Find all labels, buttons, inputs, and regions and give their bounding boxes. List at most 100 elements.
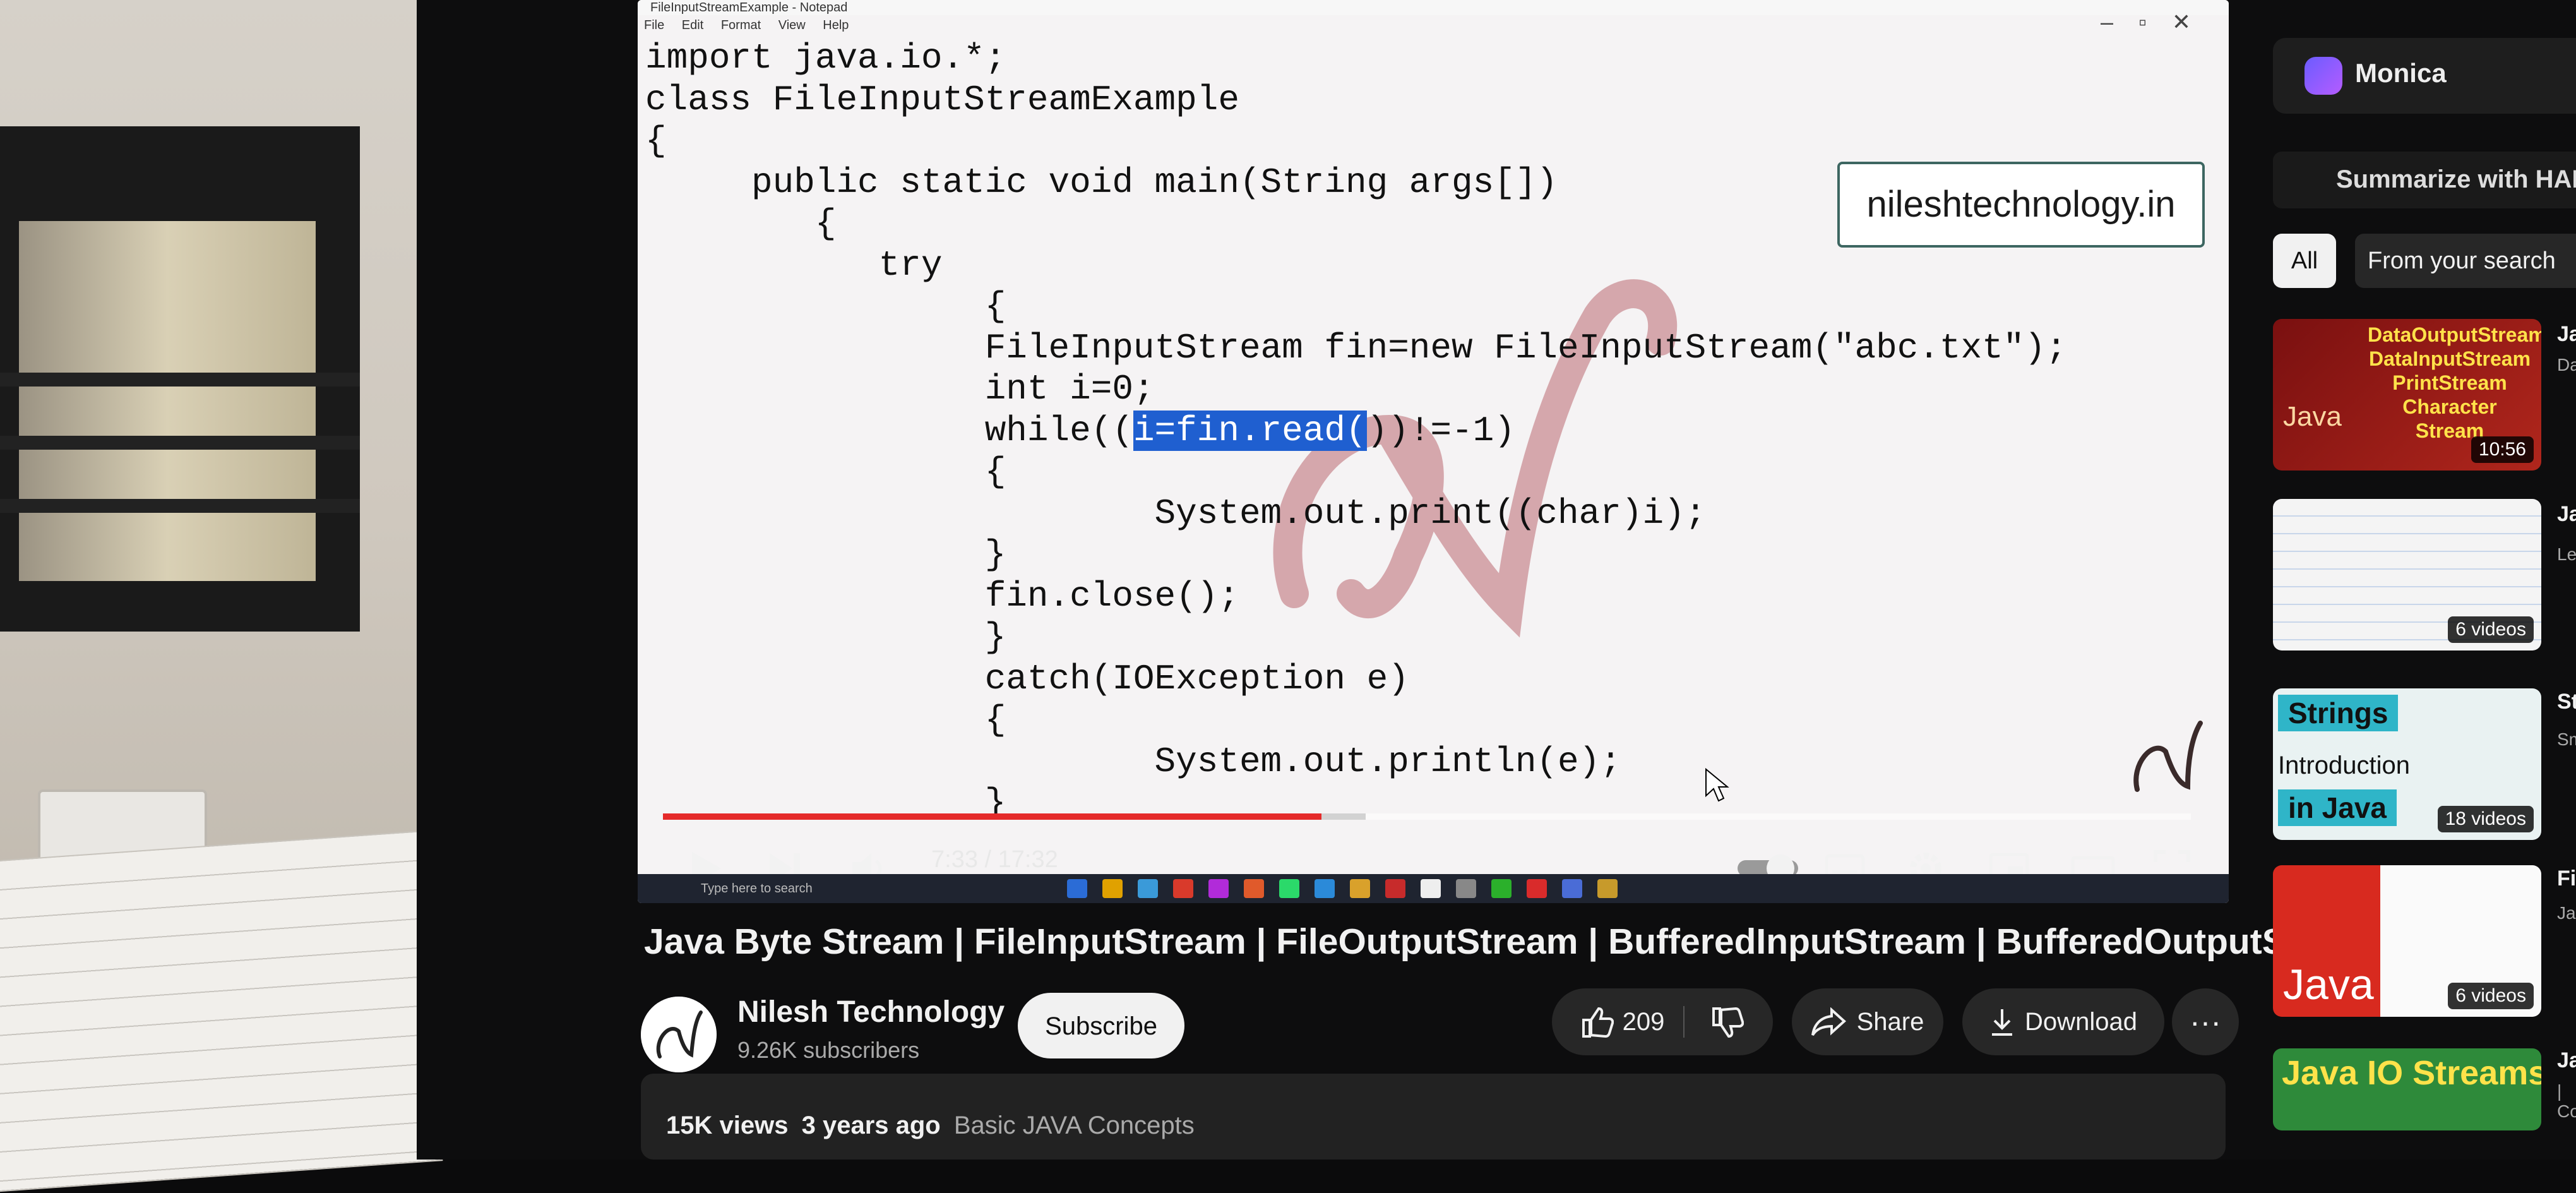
room-background <box>0 0 443 1193</box>
more-icon: ··· <box>2190 1004 2221 1040</box>
share-label: Share <box>1856 1007 1924 1036</box>
recommended-title[interactable]: Sti <box>2557 690 2576 714</box>
window-bar <box>0 373 360 387</box>
taskbar-app-icon <box>1491 879 1512 898</box>
code-line: catch(IOException e) <box>645 658 1409 699</box>
site-watermark-box: nileshtechnology.in <box>1837 162 2205 248</box>
code-line: } <box>645 617 1006 657</box>
progress-bar[interactable] <box>663 813 2191 820</box>
monica-extension-bar[interactable]: Monica <box>2273 38 2576 114</box>
taskbar-app-icon <box>1421 879 1441 898</box>
taskbar-app-icon <box>1597 879 1618 898</box>
taskbar-search: Type here to search <box>701 882 813 896</box>
code-line: { <box>645 286 1006 327</box>
taskbar-app-icon <box>1385 879 1405 898</box>
download-button[interactable]: Download <box>1962 988 2164 1055</box>
recommended-thumbnail[interactable]: 6 videos <box>2273 499 2541 650</box>
code-line: } <box>645 534 1006 575</box>
subscribe-button[interactable]: Subscribe <box>1018 993 1184 1058</box>
code-line: { <box>645 452 1006 492</box>
notebook-paper <box>0 830 443 1193</box>
progress-played <box>663 813 1322 820</box>
code-line: while(( <box>645 410 1133 451</box>
recommended-thumbnail[interactable]: Java 6 videos <box>2273 865 2541 1017</box>
notepad-title: FileInputStreamExample - Notepad <box>638 0 2229 15</box>
subscriber-count: 9.26K subscribers <box>737 1037 920 1063</box>
code-line: { <box>645 700 1006 740</box>
video-taskbar: Type here to search <box>638 874 2229 903</box>
thumbs-up-icon <box>1582 1007 1614 1038</box>
thumbnail-text: DataOutputStream DataInputStream PrintSt… <box>2368 323 2541 443</box>
menu-help: Help <box>823 18 849 32</box>
taskbar-app-icon <box>1102 879 1123 898</box>
window-bar <box>0 436 360 450</box>
code-line: fin.close(); <box>645 575 1239 616</box>
chip-all[interactable]: All <box>2273 234 2336 288</box>
code-line: { <box>645 121 667 161</box>
thumbs-down-icon <box>1712 1007 1744 1038</box>
code-line: { <box>645 203 837 244</box>
like-count: 209 <box>1622 1007 1665 1036</box>
recommended-title[interactable]: File <box>2557 866 2576 891</box>
thumbnail-line: PrintStream <box>2392 371 2507 394</box>
recommended-subtitle: Le <box>2557 544 2576 564</box>
thumbnail-line: DataOutputStream <box>2368 323 2541 346</box>
recommended-thumbnail[interactable]: Strings Introduction in Java 18 videos <box>2273 688 2541 840</box>
harpa-label: Summarize with HARPA <box>2336 165 2576 193</box>
video-title: Java Byte Stream | FileInputStream | Fil… <box>644 921 2384 962</box>
recommended-thumbnail[interactable]: DataOutputStream DataInputStream PrintSt… <box>2273 319 2541 471</box>
like-button[interactable]: 209 <box>1581 1006 1685 1038</box>
duration-badge: 10:56 <box>2471 436 2534 463</box>
video-tag[interactable]: Basic JAVA Concepts <box>954 1112 1195 1139</box>
code-line: System.out.println(e); <box>645 741 1621 782</box>
more-actions-button[interactable]: ··· <box>2172 988 2239 1055</box>
time-display: 7:33 / 17:32 <box>931 846 1058 873</box>
download-label: Download <box>2025 1007 2137 1036</box>
recommended-subtitle: Sm <box>2557 729 2576 749</box>
notepad-menu: File Edit Format View Help <box>638 16 2229 34</box>
window-bar <box>0 499 360 513</box>
java-brand: Java <box>2283 961 2374 1009</box>
code-line: import java.io.*; <box>645 38 1006 78</box>
monica-logo-icon <box>2305 57 2342 95</box>
like-dislike-group: 209 <box>1552 988 1773 1055</box>
code-selection: i=fin.read( <box>1133 410 1367 451</box>
code-line: FileInputStream fin=new FileInputStream(… <box>645 327 2067 368</box>
thumbnail-line: Character Stream <box>2402 395 2497 442</box>
monica-label: Monica <box>2355 58 2447 88</box>
dislike-button[interactable] <box>1695 1006 1744 1038</box>
video-player[interactable]: FileInputStreamExample - Notepad –▫✕ Fil… <box>638 0 2229 903</box>
thumbnail-line: Strings <box>2278 695 2399 731</box>
view-count: 15K views <box>666 1112 789 1139</box>
java-brand: Java <box>2283 401 2342 432</box>
taskbar-app-icon <box>1279 879 1299 898</box>
harpa-summarize-button[interactable]: Summarize with HARPA <box>2273 152 2576 208</box>
code-line: System.out.print((char)i); <box>645 493 1707 534</box>
view-info: 15K views 3 years ago Basic JAVA Concept… <box>666 1112 1195 1140</box>
thumbnail-line: Introduction <box>2278 752 2411 779</box>
menu-view: View <box>778 18 806 32</box>
code-line: int i=0; <box>645 369 1155 409</box>
upload-age: 3 years ago <box>801 1112 941 1139</box>
menu-format: Format <box>720 18 761 32</box>
recommended-title[interactable]: Ja <box>2557 502 2576 527</box>
window-pane <box>19 221 316 581</box>
recommended-subtitle: Da <box>2557 355 2576 375</box>
taskbar-app-icon <box>1350 879 1370 898</box>
taskbar-app-icon <box>1173 879 1193 898</box>
share-button[interactable]: Share <box>1792 988 1943 1055</box>
chip-from-your-search[interactable]: From your search <box>2355 234 2576 288</box>
share-icon <box>1811 1007 1846 1036</box>
taskbar-app-icon <box>1456 879 1476 898</box>
recommended-title[interactable]: Ja <box>2557 322 2576 347</box>
channel-avatar[interactable] <box>641 997 717 1072</box>
taskbar-app-icon <box>1244 879 1264 898</box>
recommended-title[interactable]: Jav <box>2557 1048 2576 1073</box>
taskbar-app-icon <box>1315 879 1335 898</box>
thumbnail-line: DataInputStream <box>2368 347 2531 370</box>
recommended-thumbnail[interactable]: Java IO Streams <box>2273 1048 2541 1130</box>
channel-name[interactable]: Nilesh Technology <box>737 995 1005 1029</box>
download-icon <box>1992 1009 2013 1036</box>
mouse-cursor-icon <box>1705 768 1729 802</box>
taskbar-icons <box>1067 879 1618 898</box>
